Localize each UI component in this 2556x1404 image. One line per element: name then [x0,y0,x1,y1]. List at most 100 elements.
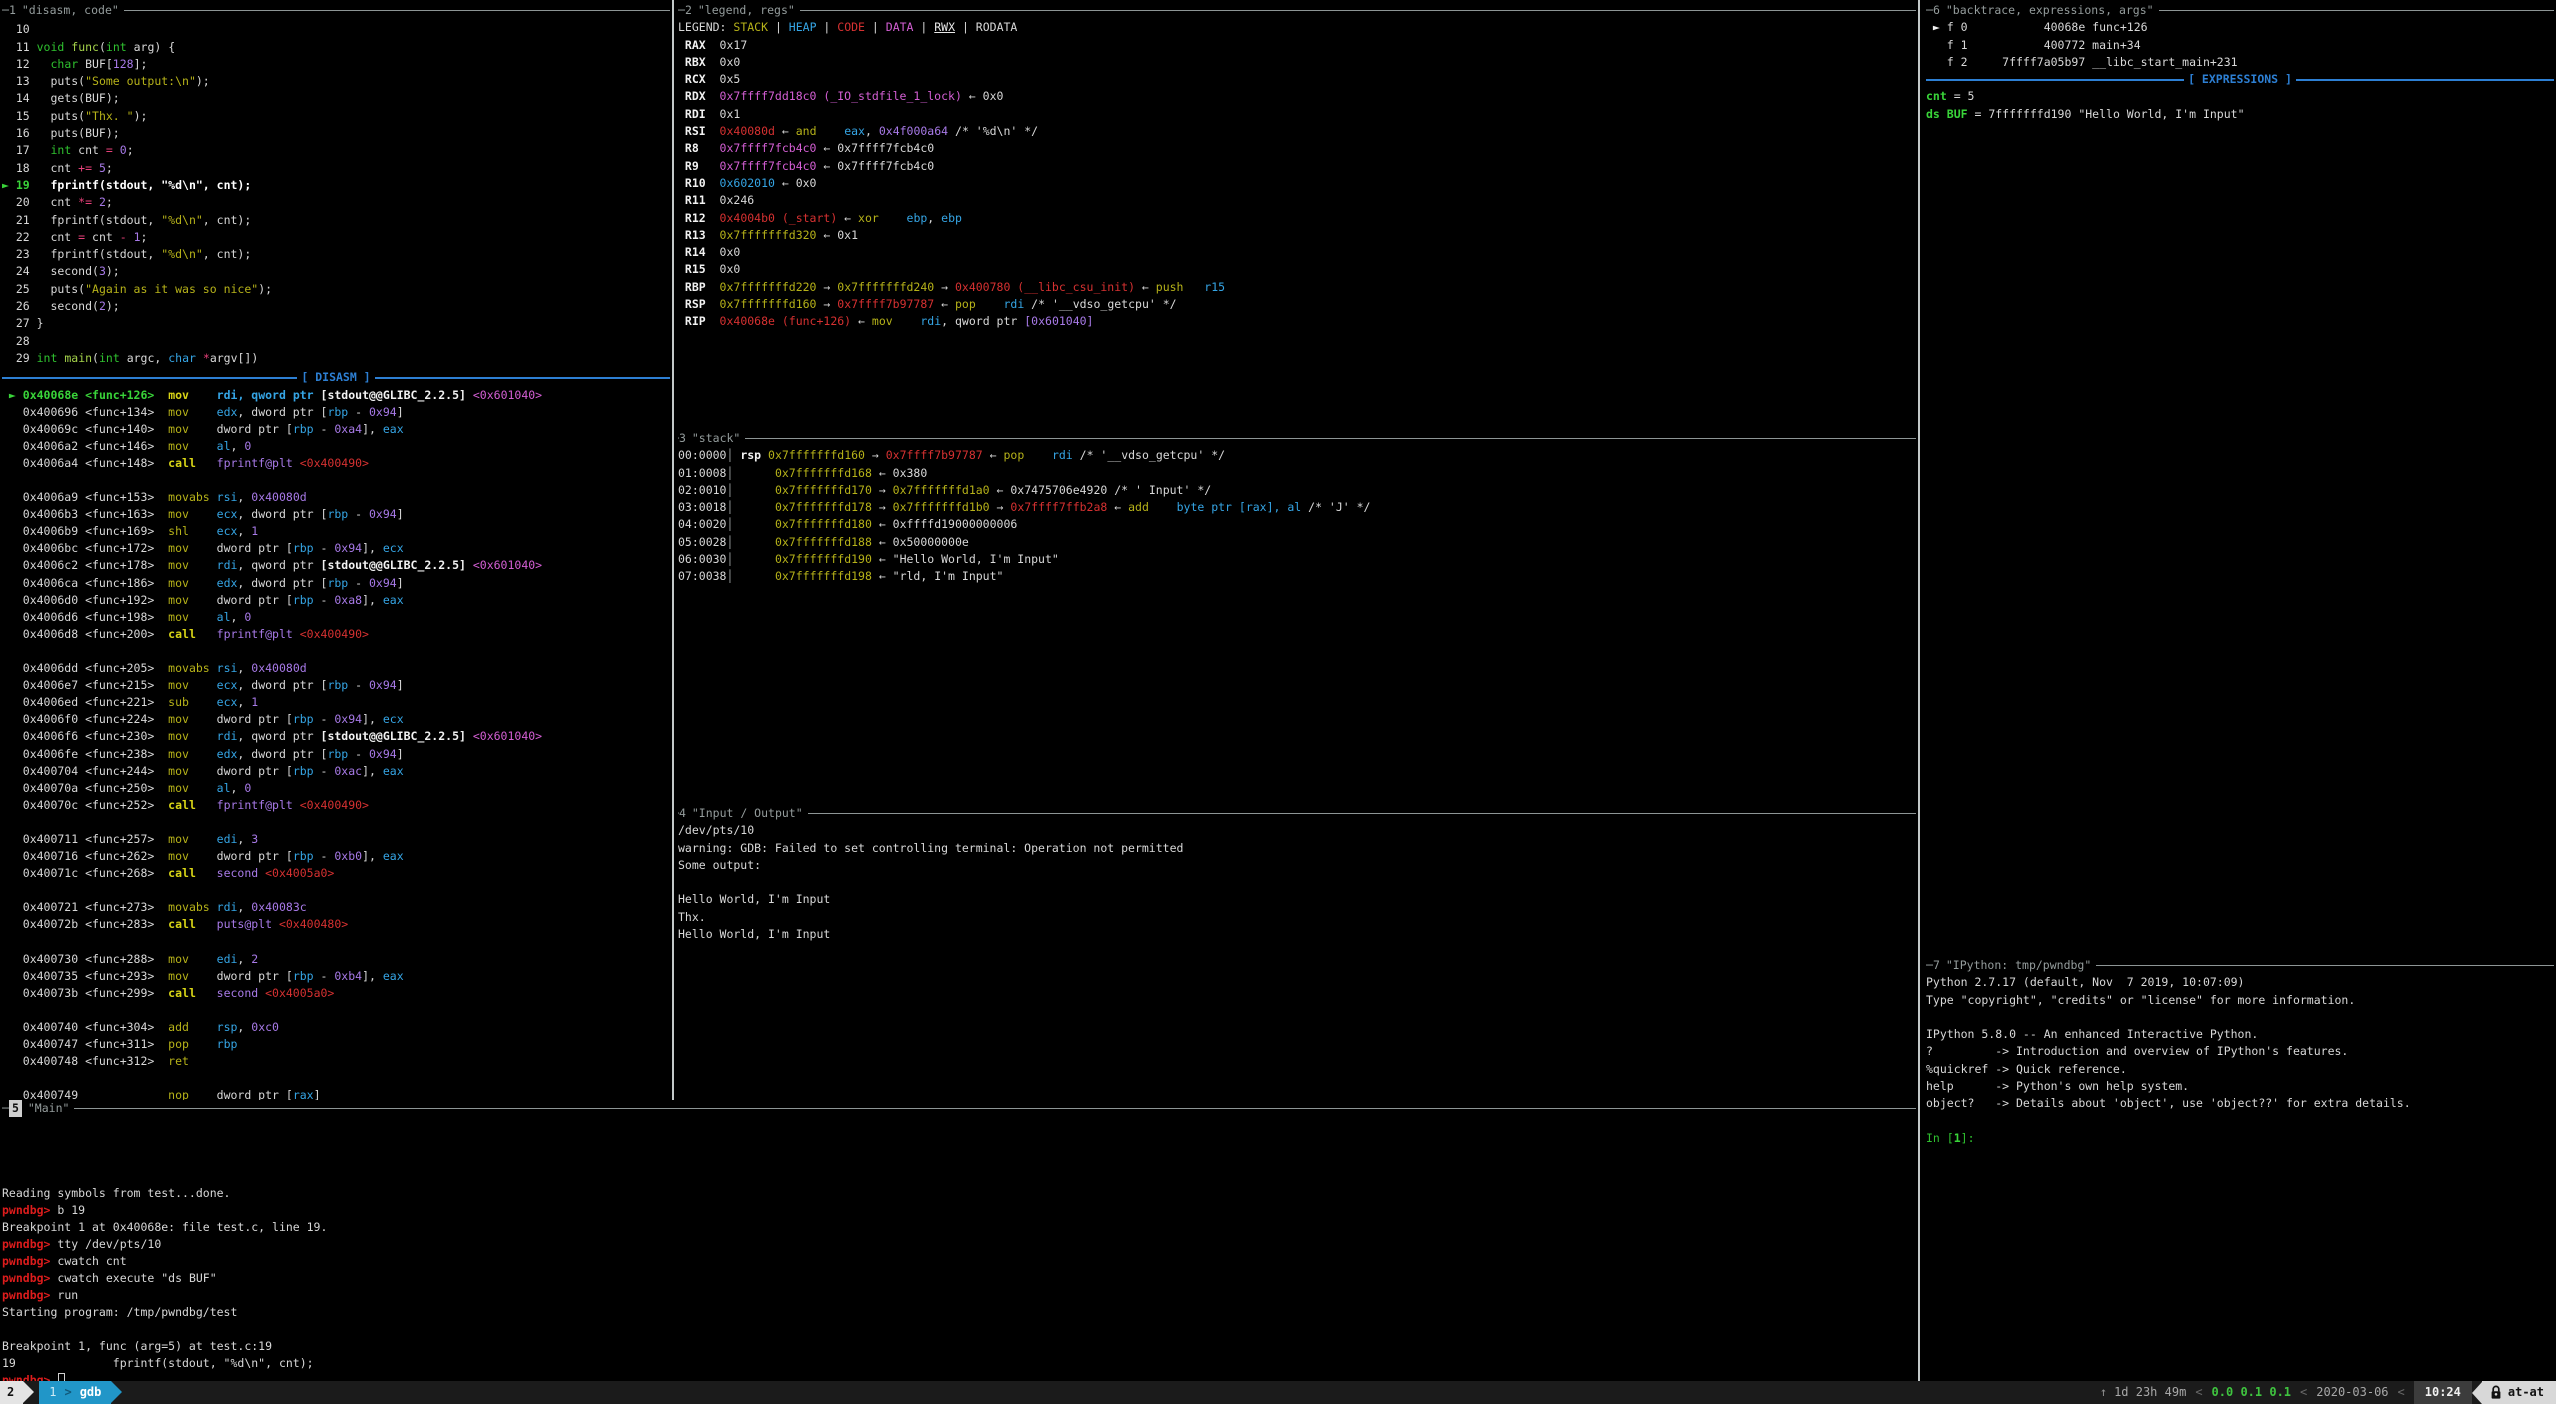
pane-number-active: 5 [9,1100,22,1117]
terminal-line [678,874,1916,891]
gdb-console[interactable]: Reading symbols from test...done.pwndbg>… [2,1117,1916,1381]
terminal-line: R15 0x0 [678,261,1916,278]
text-cursor[interactable] [58,1373,65,1381]
terminal-line: RIP 0x40068e (func+126) ← mov rdi, qword… [678,313,1916,330]
terminal-line: 07:0038│ 0x7fffffffd198 ← "rld, I'm Inpu… [678,568,1916,585]
pane-number: 7 [1933,957,1940,974]
time-value: 10:24 [2425,1381,2461,1404]
status-clock: 10:24 [2414,1381,2472,1404]
terminal-line: %quickref -> Quick reference. [1926,1061,2554,1078]
terminal-line: 0x4006f0 <func+224> mov dword ptr [rbp -… [2,711,670,728]
terminal-line: 21 fprintf(stdout, "%d\n", cnt); [2,212,670,229]
terminal-line: f 1 400772 main+34 [1926,37,2554,54]
pane-title-legend-regs: ─2 "legend, regs" [678,2,1916,19]
terminal-line: 25 puts("Again as it was so nice"); [2,281,670,298]
terminal-line: Some output: [678,857,1916,874]
terminal-line: 0x4006d8 <func+200> call fprintf@plt <0x… [2,626,670,643]
status-date: 2020-03-06 [2316,1381,2388,1404]
pane-title-label: "disasm, code" [22,2,119,19]
terminal-line: 0x400730 <func+288> mov edi, 2 [2,951,670,968]
terminal-line: ? -> Introduction and overview of IPytho… [1926,1043,2554,1060]
terminal-line: /dev/pts/10 [678,822,1916,839]
terminal-line: warning: GDB: Failed to set controlling … [678,840,1916,857]
tmux-window-tab-gdb[interactable]: 1 > gdb [39,1381,111,1404]
terminal-line: Hello World, I'm Input [678,891,1916,908]
terminal-line: 0x400735 <func+293> mov dword ptr [rbp -… [2,968,670,985]
terminal-line: RCX 0x5 [678,71,1916,88]
terminal-line: 0x40070c <func+252> call fprintf@plt <0x… [2,797,670,814]
tmux-status-bar: 2 1 > gdb ↑ 1d 23h 49m < 0.0 0.1 0.1 < 2… [0,1381,2556,1404]
pane-input-output: ─4"Input / Output" /dev/pts/10warning: G… [678,805,1916,1098]
backtrace-frames[interactable]: ► f 0 40068e func+126 f 1 400772 main+34… [1926,19,2554,71]
terminal-line: 0x40070a <func+250> mov al, 0 [2,780,670,797]
terminal-line: 0x4006a4 <func+148> call fprintf@plt <0x… [2,455,670,472]
title-rule [800,10,1916,11]
title-rule [124,10,670,11]
terminal-line: Type "copyright", "credits" or "license"… [1926,992,2554,1009]
disasm-divider-label: [ DISASM ] [297,369,374,386]
terminal-line: help -> Python's own help system. [1926,1078,2554,1095]
disassembly[interactable]: ► 0x40068e <func+126> mov rdi, qword ptr… [2,387,670,1100]
program-io[interactable]: /dev/pts/10warning: GDB: Failed to set c… [678,822,1916,943]
terminal-line: 16 puts(BUF); [2,125,670,142]
pane-title-label: "legend, regs" [698,2,795,19]
terminal-line: 01:0008│ 0x7fffffffd168 ← 0x380 [678,465,1916,482]
title-rule [745,438,1916,439]
expressions-divider-label: [ EXPRESSIONS ] [2184,71,2296,88]
terminal-line: 14 gets(BUF); [2,90,670,107]
terminal-line: RBP 0x7fffffffd220 → 0x7fffffffd240 → 0x… [678,279,1916,296]
terminal-line: RBX 0x0 [678,54,1916,71]
terminal-line: R14 0x0 [678,244,1916,261]
terminal-line: 0x4006b9 <func+169> shl ecx, 1 [2,523,670,540]
terminal-line: 24 second(3); [2,263,670,280]
terminal-line: 0x40071c <func+268> call second <0x4005a… [2,865,670,882]
pane-number: 3 [679,430,686,447]
separator-icon: < [2389,1381,2414,1404]
pane-title-label: "stack" [692,430,740,447]
pane-title-main: ─5"Main" [2,1100,1916,1117]
separator-icon: < [2186,1381,2211,1404]
title-dash: ─ [2,1100,9,1117]
terminal-line [2,882,670,899]
tmux-session-indicator[interactable]: 2 [0,1381,23,1404]
terminal-line [2,814,670,831]
terminal-line: ► 19 fprintf(stdout, "%d\n", cnt); [2,177,670,194]
terminal-line: 02:0010│ 0x7fffffffd170 → 0x7fffffffd1a0… [678,482,1916,499]
title-rule [808,813,1916,814]
window-name: gdb [80,1381,102,1404]
pane-number: 1 [9,2,16,19]
registers[interactable]: LEGEND: STACK | HEAP | CODE | DATA | RWX… [678,19,1916,330]
source-code[interactable]: 10 11 void func(int arg) { 12 char BUF[1… [2,21,670,367]
terminal-line [2,472,670,489]
terminal-line: 0x400704 <func+244> mov dword ptr [rbp -… [2,763,670,780]
terminal-line [2,1168,1916,1185]
pane-number: 2 [685,2,692,19]
terminal-line [2,1117,1916,1134]
title-dash: ─ [678,2,685,19]
pane-title-disasm-code: ─1"disasm, code" [2,2,670,19]
pane-title-label: "IPython: tmp/pwndbg" [1946,957,2091,974]
status-hostname: at-at [2482,1381,2556,1404]
uptime-arrow-icon: ↑ [2100,1381,2114,1404]
terminal-line: 28 [2,333,670,350]
terminal-line: 0x400740 <func+304> add rsp, 0xc0 [2,1019,670,1036]
pane-main-gdb[interactable]: ─5"Main" Reading symbols from test...don… [2,1100,1916,1381]
terminal-line: LEGEND: STACK | HEAP | CODE | DATA | RWX… [678,19,1916,36]
terminal-line: 17 int cnt = 0; [2,142,670,159]
terminal-line: 0x400721 <func+273> movabs rdi, 0x40083c [2,899,670,916]
terminal-line: R11 0x246 [678,192,1916,209]
terminal-line: 0x4006b3 <func+163> mov ecx, dword ptr [… [2,506,670,523]
terminal-line: 22 cnt = cnt - 1; [2,229,670,246]
terminal-line: 0x4006ca <func+186> mov edx, dword ptr [… [2,575,670,592]
pane-divider-vertical-right[interactable] [1918,0,1920,1381]
pane-divider-vertical-left[interactable] [672,0,674,1100]
terminal-line: 0x4006c2 <func+178> mov rdi, qword ptr [… [2,557,670,574]
stack-view[interactable]: 00:0000│ rsp 0x7fffffffd160 → 0x7ffff7b9… [678,447,1916,585]
terminal-line: 0x40072b <func+283> call puts@plt <0x400… [2,916,670,933]
ipython-console[interactable]: Python 2.7.17 (default, Nov 7 2019, 10:0… [1926,974,2554,1147]
terminal-line: ds BUF = 7fffffffd190 "Hello World, I'm … [1926,106,2554,123]
terminal-line [2,934,670,951]
terminal-line: 0x4006fe <func+238> mov edx, dword ptr [… [2,746,670,763]
terminal-line: In [1]: [1926,1130,2554,1147]
watch-expressions[interactable]: cnt = 5ds BUF = 7fffffffd190 "Hello Worl… [1926,88,2554,123]
